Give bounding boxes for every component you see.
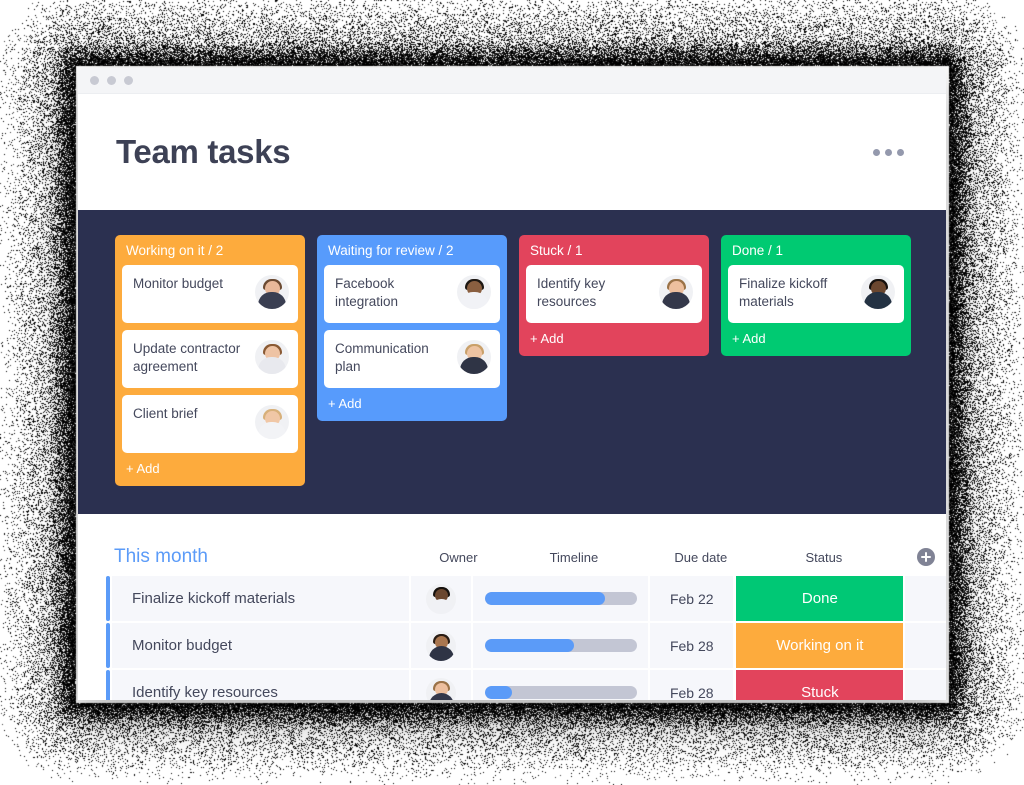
cell-task-name[interactable]: Monitor budget xyxy=(112,623,409,668)
table-row[interactable]: Identify key resources Feb 28 Stuck xyxy=(78,670,946,700)
column-header-timeline: Timeline xyxy=(488,550,660,565)
kanban-card[interactable]: Client brief xyxy=(122,395,298,453)
timeline-track xyxy=(485,686,637,699)
card-title: Monitor budget xyxy=(133,275,223,293)
add-card-button[interactable]: + Add xyxy=(122,460,298,479)
avatar-body xyxy=(662,292,690,309)
avatar xyxy=(426,631,456,661)
add-card-button[interactable]: + Add xyxy=(526,330,702,349)
timeline-track xyxy=(485,639,637,652)
avatar-body xyxy=(429,646,454,661)
add-card-button[interactable]: + Add xyxy=(728,330,904,349)
cell-spacer xyxy=(905,623,946,668)
avatar xyxy=(426,678,456,701)
task-table: This month Owner Timeline Due date Statu… xyxy=(78,514,946,700)
cell-due-date[interactable]: Feb 28 xyxy=(650,623,733,668)
column-header-due-date: Due date xyxy=(660,550,742,565)
cell-owner[interactable] xyxy=(411,576,471,621)
ellipsis-icon[interactable] xyxy=(873,149,904,156)
kanban-card[interactable]: Monitor budget xyxy=(122,265,298,323)
cell-task-name[interactable]: Identify key resources xyxy=(112,670,409,700)
timeline-track xyxy=(485,592,637,605)
cell-owner[interactable] xyxy=(411,670,471,700)
cell-status[interactable]: Working on it xyxy=(736,623,903,668)
avatar-body xyxy=(460,357,488,374)
avatar xyxy=(659,275,693,309)
page-header: Team tasks xyxy=(78,94,946,210)
avatar-body xyxy=(460,292,488,309)
ellipsis-dot xyxy=(873,149,880,156)
row-accent-bar xyxy=(106,576,110,621)
column-title: Working on it / 2 xyxy=(122,241,298,265)
add-card-button[interactable]: + Add xyxy=(324,395,500,414)
column-title: Waiting for review / 2 xyxy=(324,241,500,265)
avatar-body xyxy=(258,422,286,439)
avatar xyxy=(255,275,289,309)
cell-owner[interactable] xyxy=(411,623,471,668)
cell-due-date[interactable]: Feb 22 xyxy=(650,576,733,621)
avatar xyxy=(861,275,895,309)
avatar-body xyxy=(258,357,286,374)
ellipsis-dot xyxy=(885,149,892,156)
cell-timeline[interactable] xyxy=(473,623,648,668)
avatar-body xyxy=(429,599,454,614)
card-title: Finalize kickoff materials xyxy=(739,275,851,311)
timeline-progress xyxy=(485,639,575,652)
group-title: This month xyxy=(106,546,429,568)
avatar xyxy=(426,584,456,614)
timeline-progress xyxy=(485,686,512,699)
table-body: Finalize kickoff materials Feb 22 Done Moni… xyxy=(78,576,946,700)
cell-timeline[interactable] xyxy=(473,670,648,700)
avatar xyxy=(457,340,491,374)
card-title: Update contractor agreement xyxy=(133,340,245,376)
card-title: Identify key resources xyxy=(537,275,649,311)
kanban-column: Stuck / 1 Identify key resources + Add xyxy=(519,235,709,356)
row-accent-bar xyxy=(106,670,110,700)
window-dot-close[interactable] xyxy=(90,76,99,85)
window-dot-minimize[interactable] xyxy=(107,76,116,85)
kanban-card[interactable]: Communication plan xyxy=(324,330,500,388)
cell-timeline[interactable] xyxy=(473,576,648,621)
window-dot-maximize[interactable] xyxy=(124,76,133,85)
kanban-card[interactable]: Update contractor agreement xyxy=(122,330,298,388)
avatar-body xyxy=(429,693,454,701)
column-header-owner: Owner xyxy=(429,550,488,565)
row-accent-bar xyxy=(106,623,110,668)
timeline-progress xyxy=(485,592,605,605)
kanban-card[interactable]: Facebook integration xyxy=(324,265,500,323)
avatar xyxy=(255,340,289,374)
column-title: Stuck / 1 xyxy=(526,241,702,265)
kanban-card[interactable]: Finalize kickoff materials xyxy=(728,265,904,323)
cell-spacer xyxy=(905,670,946,700)
card-title: Facebook integration xyxy=(335,275,447,311)
avatar xyxy=(255,405,289,439)
table-header-row: This month Owner Timeline Due date Statu… xyxy=(78,538,946,576)
column-title: Done / 1 xyxy=(728,241,904,265)
kanban-card[interactable]: Identify key resources xyxy=(526,265,702,323)
kanban-column: Working on it / 2 Monitor budget Update co… xyxy=(115,235,305,486)
card-title: Communication plan xyxy=(335,340,447,376)
avatar xyxy=(457,275,491,309)
table-row[interactable]: Monitor budget Feb 28 Working on it xyxy=(78,623,946,668)
avatar-body xyxy=(864,292,892,309)
card-title: Client brief xyxy=(133,405,198,423)
kanban-board: Working on it / 2 Monitor budget Update co… xyxy=(78,210,946,514)
plus-circle-icon[interactable] xyxy=(917,548,935,566)
ellipsis-dot xyxy=(897,149,904,156)
page-title: Team tasks xyxy=(116,133,290,171)
column-header-status: Status xyxy=(742,550,906,565)
cell-status[interactable]: Stuck xyxy=(736,670,903,700)
table-row[interactable]: Finalize kickoff materials Feb 22 Done xyxy=(78,576,946,621)
browser-window: Team tasks Working on it / 2 Monitor budg… xyxy=(78,68,946,700)
cell-task-name[interactable]: Finalize kickoff materials xyxy=(112,576,409,621)
cell-spacer xyxy=(905,576,946,621)
avatar-body xyxy=(258,292,286,309)
kanban-column: Waiting for review / 2 Facebook integrati… xyxy=(317,235,507,421)
cell-status[interactable]: Done xyxy=(736,576,903,621)
kanban-column: Done / 1 Finalize kickoff materials + Add xyxy=(721,235,911,356)
window-titlebar xyxy=(78,68,946,94)
cell-due-date[interactable]: Feb 28 xyxy=(650,670,733,700)
